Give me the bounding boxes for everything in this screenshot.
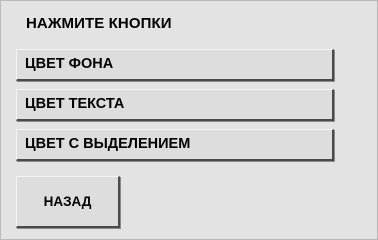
background-color-button[interactable]: ЦВЕТ ФОНА bbox=[16, 49, 334, 81]
button-panel: НАЖМИТЕ КНОПКИ ЦВЕТ ФОНА ЦВЕТ ТЕКСТА ЦВЕ… bbox=[0, 0, 378, 240]
panel-title: НАЖМИТЕ КНОПКИ bbox=[26, 15, 172, 32]
back-button[interactable]: НАЗАД bbox=[16, 176, 120, 228]
text-color-button[interactable]: ЦВЕТ ТЕКСТА bbox=[16, 89, 334, 121]
highlight-color-button[interactable]: ЦВЕТ С ВЫДЕЛЕНИЕМ bbox=[16, 129, 334, 161]
